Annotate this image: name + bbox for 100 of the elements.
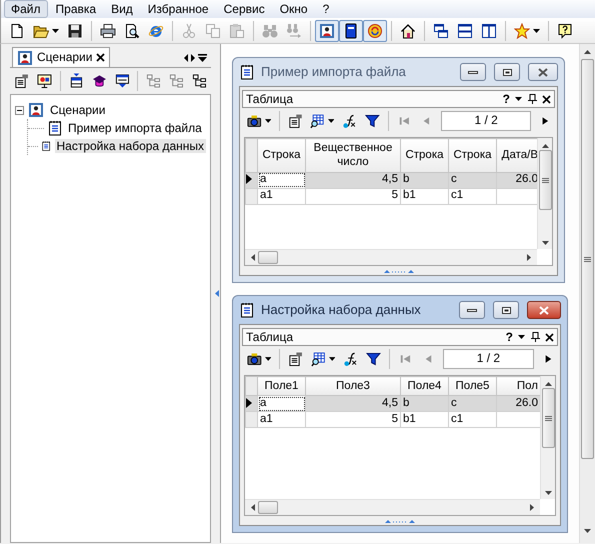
panel-tab[interactable]: Сценарии <box>12 47 110 67</box>
row-pointer-icon <box>246 398 252 408</box>
scroll-thumb[interactable] <box>258 251 278 264</box>
table-cell: 5 <box>306 412 400 428</box>
scroll-right-icon[interactable] <box>191 54 195 62</box>
close-icon[interactable] <box>96 53 106 62</box>
filter-icon <box>365 113 380 129</box>
menu-item[interactable]: ? <box>316 0 336 18</box>
row-header[interactable] <box>246 172 258 188</box>
pin-icon[interactable] <box>530 332 540 342</box>
column-header[interactable]: Поле1 <box>258 376 306 396</box>
grip-icon <box>584 256 591 262</box>
scroll-thumb[interactable] <box>258 501 278 514</box>
menu-item[interactable]: Файл <box>4 0 48 18</box>
refresh-button[interactable] <box>363 20 387 42</box>
scroll-down-icon[interactable] <box>584 529 591 533</box>
column-header[interactable]: Строка <box>258 138 306 172</box>
help-link[interactable]: ? <box>502 92 510 106</box>
table-cell: a1 <box>258 188 306 204</box>
page-field[interactable]: 1 / 2 <box>441 111 532 131</box>
minimize-button[interactable] <box>460 63 486 81</box>
tree-item[interactable]: Настройка набора данных <box>54 138 206 154</box>
scenarios-button[interactable] <box>315 20 339 42</box>
window-title: Пример импорта файла <box>261 64 407 80</box>
panel-title: Таблица <box>246 330 294 344</box>
new-file-icon <box>9 22 25 38</box>
clipboard-icon <box>229 22 245 38</box>
tree-item[interactable]: Сценарии <box>48 102 108 118</box>
vertical-scrollbar[interactable] <box>540 376 555 499</box>
maximize-button[interactable] <box>494 63 520 81</box>
caret-icon[interactable] <box>518 335 525 339</box>
scroll-up-icon[interactable] <box>542 144 548 148</box>
scroll-right-icon[interactable] <box>530 504 534 511</box>
row-header[interactable] <box>246 396 258 412</box>
splitter-arrow-icon[interactable] <box>214 290 218 297</box>
table-cell: 4,5 <box>306 172 400 188</box>
caret-icon[interactable] <box>515 97 522 101</box>
table-cell: c1 <box>448 188 496 204</box>
table-cell: a <box>258 172 306 188</box>
menu-item[interactable]: Окно <box>272 0 315 18</box>
column-header[interactable]: Вещественное число <box>306 138 400 172</box>
scroll-thumb[interactable] <box>538 150 552 210</box>
scroll-down-icon[interactable] <box>542 241 548 245</box>
column-header[interactable]: Строка <box>400 138 448 172</box>
scroll-left-icon[interactable] <box>251 254 255 261</box>
table-icon <box>68 73 84 89</box>
column-header[interactable]: Поле5 <box>448 376 496 396</box>
menu-icon[interactable] <box>198 54 207 62</box>
film-frame-icon <box>319 22 335 38</box>
close-button[interactable] <box>527 301 561 319</box>
table-cell: c <box>448 396 496 412</box>
collapse-icon[interactable] <box>15 106 24 114</box>
grip-icon <box>542 178 548 182</box>
table-cell: a <box>258 396 306 412</box>
horizontal-scrollbar[interactable] <box>245 499 540 515</box>
book-button[interactable] <box>339 20 363 42</box>
splitter-grip-icon[interactable] <box>384 269 414 274</box>
camera-icon <box>247 351 262 367</box>
page-field[interactable]: 1 / 2 <box>442 349 534 369</box>
table-cell: b1 <box>400 412 448 428</box>
caret-icon <box>264 119 271 123</box>
table-cell: 5 <box>306 188 400 204</box>
scroll-right-icon[interactable] <box>527 254 531 261</box>
binoculars-icon <box>262 22 278 38</box>
grip-icon <box>544 416 552 420</box>
vertical-scrollbar[interactable] <box>537 138 552 249</box>
book-icon <box>343 22 359 38</box>
scroll-down-icon[interactable] <box>544 491 552 495</box>
close-icon[interactable] <box>542 94 551 104</box>
maximize-icon <box>502 306 510 314</box>
column-header[interactable]: Строка <box>448 138 496 172</box>
close-icon <box>539 306 549 314</box>
scroll-thumb[interactable] <box>581 59 594 459</box>
help-link[interactable]: ? <box>506 330 513 344</box>
tree-structure-icon <box>146 73 162 89</box>
scroll-left-icon[interactable] <box>184 54 188 62</box>
tree-structure-icon <box>192 73 207 89</box>
column-header[interactable]: Поле3 <box>306 376 400 396</box>
maximize-button[interactable] <box>493 301 519 319</box>
scroll-thumb[interactable] <box>542 388 554 448</box>
pin-icon[interactable] <box>527 94 537 104</box>
column-header[interactable]: Поле4 <box>400 376 448 396</box>
binoculars-arrow-icon <box>286 22 302 38</box>
menu-item[interactable]: Избранное <box>140 0 216 18</box>
menu-item[interactable]: Правка <box>48 0 104 18</box>
close-button[interactable] <box>528 63 558 81</box>
minimize-button[interactable] <box>459 301 485 319</box>
column-header[interactable]: Пол <box>496 376 540 396</box>
scroll-up-icon[interactable] <box>584 50 591 54</box>
scroll-left-icon[interactable] <box>251 504 255 511</box>
splitter-grip-icon[interactable] <box>385 519 415 524</box>
menu-item[interactable]: Вид <box>104 0 140 18</box>
menu-item[interactable]: Сервис <box>216 0 272 18</box>
scroll-up-icon[interactable] <box>544 382 552 386</box>
column-header[interactable]: Дата/В <box>496 138 537 172</box>
properties-icon <box>14 73 29 89</box>
horizontal-scrollbar[interactable] <box>245 249 537 265</box>
close-icon[interactable] <box>545 332 554 342</box>
tree-item[interactable]: Пример импорта файла <box>66 120 204 136</box>
caret-icon <box>264 357 272 361</box>
